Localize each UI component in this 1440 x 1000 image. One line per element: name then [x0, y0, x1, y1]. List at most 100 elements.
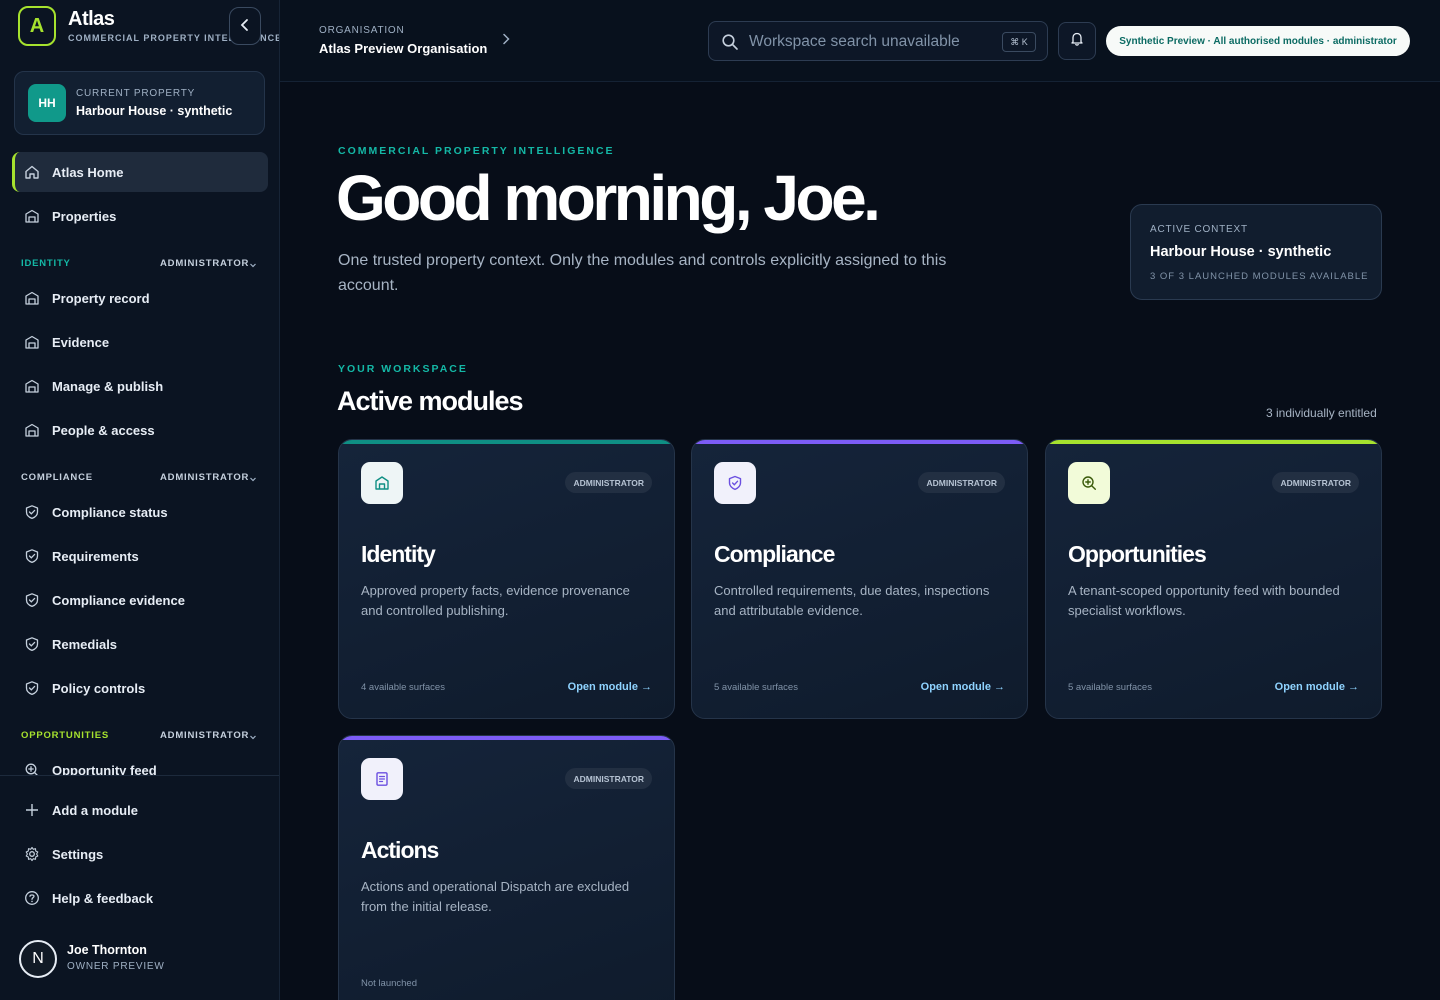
chevron-down-icon[interactable] [249, 256, 257, 273]
module-description: Actions and operational Dispatch are exc… [361, 879, 630, 914]
property-label: CURRENT PROPERTY [76, 88, 196, 99]
shield-check-icon [24, 680, 40, 696]
nav-item-remedials[interactable]: Remedials [12, 624, 268, 664]
notifications-button[interactable] [1058, 22, 1096, 60]
module-name: Actions [361, 837, 439, 863]
nav-add-module[interactable]: Add a module [12, 790, 268, 830]
search-shortcut: ⌘ K [1002, 32, 1036, 52]
open-module-link[interactable]: Open module → [1275, 681, 1359, 693]
module-role-badge: ADMINISTRATOR [918, 472, 1005, 493]
preview-mode-badge[interactable]: Synthetic Preview · All authorised modul… [1106, 26, 1410, 56]
nav-item-evidence[interactable]: Evidence [12, 322, 268, 362]
nav-label: Compliance status [52, 504, 168, 520]
shield-check-icon [24, 548, 40, 564]
building-icon [24, 334, 40, 350]
nav-section-opportunities[interactable]: OPPORTUNITIES ADMINISTRATOR [21, 728, 261, 744]
nav-label: Atlas Home [52, 164, 124, 180]
nav-label: Settings [52, 846, 104, 862]
sidebar: A Atlas COMMERCIAL PROPERTY INTELLIGENCE… [0, 0, 280, 1000]
module-card-compliance[interactable]: ADMINISTRATOR Compliance Controlled requir… [691, 439, 1028, 719]
nav-atlas-home[interactable]: Atlas Home [12, 152, 268, 192]
module-role-badge: ADMINISTRATOR [565, 768, 652, 789]
nav-settings[interactable]: Settings [12, 834, 268, 874]
module-role-badge: ADMINISTRATOR [565, 472, 652, 493]
chevron-down-icon[interactable] [249, 728, 257, 745]
nav-label: Help & feedback [52, 890, 154, 906]
module-accent-bar [339, 440, 674, 444]
chevron-left-icon [238, 16, 252, 37]
user-avatar[interactable]: N [19, 940, 57, 978]
building-icon [24, 378, 40, 394]
module-card-actions[interactable]: ADMINISTRATOR Actions Actions and operatio… [338, 735, 675, 1000]
nav-item-manage-publish[interactable]: Manage & publish [12, 366, 268, 406]
nav-item-policy-controls[interactable]: Policy controls [12, 668, 268, 708]
active-context-card: ACTIVE CONTEXT Harbour House · synthetic… [1130, 204, 1382, 300]
workspace-count: 3 individually entitled [1266, 406, 1377, 420]
nav-help-feedback[interactable]: Help & feedback [12, 878, 268, 918]
hero-subtitle: One trusted property context. Only the m… [338, 252, 947, 294]
nav-label: Requirements [52, 548, 139, 564]
brand-name: Atlas [68, 8, 115, 30]
nav-section-title: OPPORTUNITIES [21, 730, 109, 741]
nav-section-identity[interactable]: IDENTITY ADMINISTRATOR [21, 256, 261, 272]
user-name: Joe Thornton [67, 943, 147, 957]
module-surfaces: 5 available surfaces [714, 682, 798, 693]
workspace-title: Active modules [337, 386, 524, 416]
module-name: Identity [361, 541, 436, 567]
shield-check-icon [24, 504, 40, 520]
page-title: Good morning, Joe. [336, 162, 881, 234]
module-accent-bar [1046, 440, 1381, 444]
user-role: OWNER PREVIEW [67, 961, 165, 972]
main-content: COMMERCIAL PROPERTY INTELLIGENCE Good mo… [280, 83, 1440, 1000]
nav-item-compliance-status[interactable]: Compliance status [12, 492, 268, 532]
help-circle-icon [24, 890, 40, 906]
brand[interactable]: A Atlas COMMERCIAL PROPERTY INTELLIGENCE [18, 6, 279, 46]
search-icon [721, 33, 739, 51]
context-name: Harbour House · synthetic [1150, 244, 1332, 260]
nav-label: Add a module [52, 802, 138, 818]
property-switcher[interactable]: HH CURRENT PROPERTY Harbour House · synt… [14, 71, 265, 135]
property-avatar: HH [28, 84, 66, 122]
nav-label: Policy controls [52, 680, 146, 696]
nav-section-role: ADMINISTRATOR [160, 472, 250, 483]
building-icon [24, 290, 40, 306]
workspace-search[interactable]: ⌘ K [708, 21, 1048, 61]
org-name[interactable]: Atlas Preview Organisation [319, 41, 487, 56]
collapse-sidebar-button[interactable] [229, 7, 261, 45]
shield-check-icon [24, 592, 40, 608]
nav-section-title: COMPLIANCE [21, 472, 93, 483]
building-icon [24, 422, 40, 438]
open-module-link[interactable]: Open module → [568, 681, 652, 693]
bell-icon [1070, 31, 1084, 52]
building-icon [361, 462, 403, 504]
search-plus-icon [1068, 462, 1110, 504]
property-name: Harbour House · synthetic [76, 104, 233, 118]
chevron-right-icon[interactable] [501, 32, 511, 50]
module-surfaces: 4 available surfaces [361, 682, 445, 693]
nav-label: Properties [52, 208, 117, 224]
nav-item-people-access[interactable]: People & access [12, 410, 268, 450]
chevron-down-icon[interactable] [249, 470, 257, 487]
nav-item-requirements[interactable]: Requirements [12, 536, 268, 576]
module-name: Opportunities [1068, 541, 1207, 567]
module-description: Controlled requirements, due dates, insp… [714, 583, 990, 618]
nav-section-compliance[interactable]: COMPLIANCE ADMINISTRATOR [21, 470, 261, 486]
open-module-link[interactable]: Open module → [921, 681, 1005, 693]
home-icon [24, 164, 40, 180]
module-surfaces: Not launched [361, 978, 417, 989]
module-accent-bar [692, 440, 1027, 444]
nav-item-compliance-evidence[interactable]: Compliance evidence [12, 580, 268, 620]
module-card-opportunities[interactable]: ADMINISTRATOR Opportunities A tenant-scope… [1045, 439, 1382, 719]
module-surfaces: 5 available surfaces [1068, 682, 1152, 693]
nav-label: People & access [52, 422, 155, 438]
search-input[interactable] [749, 30, 989, 54]
context-meta: 3 OF 3 LAUNCHED MODULES AVAILABLE [1150, 271, 1369, 282]
nav-label: Manage & publish [52, 378, 164, 394]
nav-properties[interactable]: Properties [12, 196, 268, 236]
nav-item-property-record[interactable]: Property record [12, 278, 268, 318]
org-label: ORGANISATION [319, 25, 405, 36]
module-role-badge: ADMINISTRATOR [1272, 472, 1359, 493]
nav-label: Property record [52, 290, 150, 306]
hero-kicker: COMMERCIAL PROPERTY INTELLIGENCE [338, 145, 615, 157]
module-card-identity[interactable]: ADMINISTRATOR Identity Approved property f… [338, 439, 675, 719]
